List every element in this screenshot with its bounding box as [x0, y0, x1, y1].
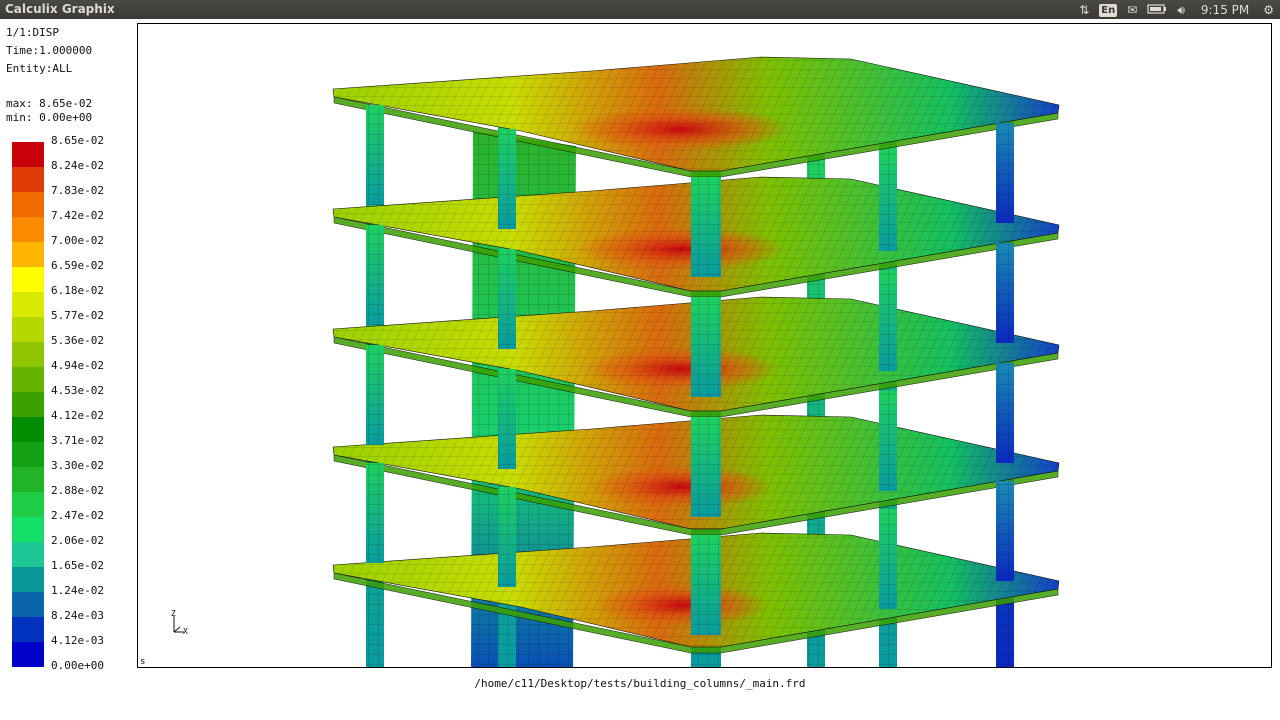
envelope-icon[interactable]: ✉	[1127, 3, 1137, 17]
result-time: Time:1.000000	[6, 44, 93, 57]
legend-label: 7.00e-02	[51, 234, 104, 247]
column-segment-mesh	[691, 177, 721, 277]
legend-label: 2.47e-02	[51, 509, 104, 522]
keyboard-layout-indicator[interactable]: En	[1099, 3, 1118, 17]
axis-z-label: Z	[171, 610, 176, 618]
column-segment-mesh	[691, 417, 721, 517]
legend-swatch	[12, 192, 44, 217]
legend-label: 5.36e-02	[51, 334, 104, 347]
legend-label: 5.77e-02	[51, 309, 104, 322]
column-segment-mesh	[996, 363, 1014, 463]
legend-label: 3.71e-02	[51, 434, 104, 447]
file-path: /home/c11/Desktop/tests/building_columns…	[474, 677, 806, 690]
column-segment-mesh	[691, 535, 721, 635]
legend-label: 2.88e-02	[51, 484, 104, 497]
gear-icon[interactable]: ⚙	[1263, 3, 1274, 17]
legend-label: 8.65e-02	[51, 134, 104, 147]
legend-swatch	[12, 142, 44, 167]
legend-label: 0.00e+00	[51, 659, 104, 672]
column-segment-mesh	[498, 369, 516, 469]
legend-label: 6.18e-02	[51, 284, 104, 297]
column-segment-mesh	[879, 391, 897, 491]
legend-swatch	[12, 517, 44, 542]
column-segment-mesh	[879, 271, 897, 371]
legend-label: 1.65e-02	[51, 559, 104, 572]
speaker-icon[interactable]: 🔊︎	[1177, 3, 1185, 18]
legend-swatch	[12, 417, 44, 442]
legend-label: 6.59e-02	[51, 259, 104, 272]
axis-triad: Z X	[171, 610, 188, 636]
legend-swatch	[12, 492, 44, 517]
column-segment-mesh	[879, 151, 897, 251]
top-panel: Calculix Graphix ⇅ En ✉ 🔊︎ 9:15 PM ⚙	[0, 0, 1280, 19]
building-mesh-render[interactable]	[138, 24, 1272, 668]
column-segment-mesh	[996, 481, 1014, 581]
viewport-corner-label: s	[140, 657, 146, 667]
column-segment-mesh	[996, 243, 1014, 343]
column-segment-mesh	[366, 105, 384, 205]
legend-swatch	[12, 592, 44, 617]
axis-x-label: X	[183, 627, 188, 636]
legend-swatch	[12, 342, 44, 367]
legend-label: 4.12e-02	[51, 409, 104, 422]
column-segment-mesh	[366, 225, 384, 325]
legend-label: 3.30e-02	[51, 459, 104, 472]
legend-swatch	[12, 442, 44, 467]
column-segment-mesh	[366, 463, 384, 563]
legend-swatch	[12, 217, 44, 242]
legend-swatch	[12, 292, 44, 317]
legend-swatch	[12, 267, 44, 292]
3d-viewport[interactable]: s	[137, 23, 1272, 668]
result-step: 1/1:DISP	[6, 26, 59, 39]
up-down-arrows-icon[interactable]: ⇅	[1079, 3, 1089, 17]
legend-swatch	[12, 467, 44, 492]
floor-slab-mesh	[333, 57, 1059, 171]
legend-label: 8.24e-02	[51, 159, 104, 172]
result-min: min: 0.00e+00	[6, 111, 93, 124]
legend-label: 4.53e-02	[51, 384, 104, 397]
column-segment-mesh	[498, 487, 516, 587]
column-segment-mesh	[691, 297, 721, 397]
legend-swatch	[12, 642, 44, 667]
legend-swatch	[12, 617, 44, 642]
legend-label: 2.06e-02	[51, 534, 104, 547]
column-segment-mesh	[366, 345, 384, 445]
legend-label: 4.12e-03	[51, 634, 104, 647]
window-title: Calculix Graphix	[5, 2, 115, 16]
column-segment-mesh	[996, 123, 1014, 223]
clock[interactable]: 9:15 PM	[1201, 3, 1249, 17]
legend-swatch	[12, 567, 44, 592]
legend-swatch	[12, 167, 44, 192]
legend-swatch	[12, 317, 44, 342]
legend-swatch	[12, 542, 44, 567]
legend-label: 1.24e-02	[51, 584, 104, 597]
column-segment-mesh	[879, 509, 897, 609]
legend-label: 4.94e-02	[51, 359, 104, 372]
legend-label: 7.83e-02	[51, 184, 104, 197]
legend-label: 8.24e-03	[51, 609, 104, 622]
result-max: max: 8.65e-02	[6, 97, 93, 110]
legend-swatch	[12, 392, 44, 417]
legend-label: 7.42e-02	[51, 209, 104, 222]
battery-icon[interactable]	[1147, 3, 1167, 18]
legend-swatch	[12, 242, 44, 267]
system-tray: ⇅ En ✉ 🔊︎ 9:15 PM ⚙	[1079, 1, 1274, 19]
result-entity: Entity:ALL	[6, 62, 73, 75]
column-segment-mesh	[498, 129, 516, 229]
column-segment-mesh	[498, 249, 516, 349]
legend-swatch	[12, 367, 44, 392]
